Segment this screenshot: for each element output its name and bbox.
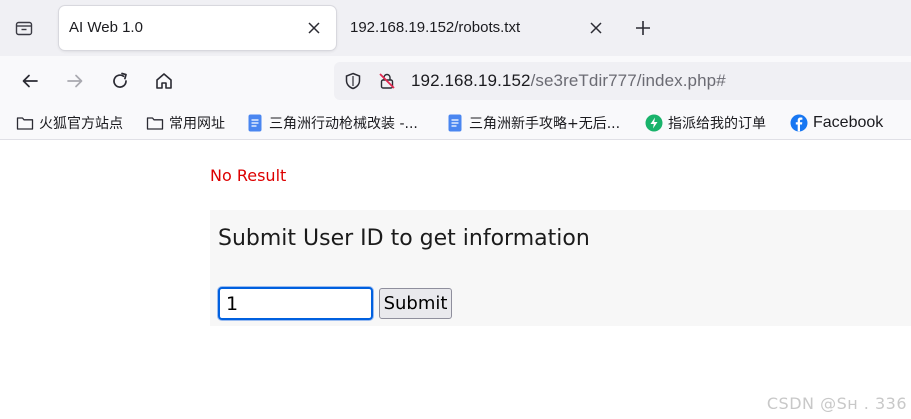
- tab-close-button[interactable]: [586, 18, 606, 38]
- submit-button[interactable]: Submit: [379, 288, 452, 319]
- new-tab-button[interactable]: [632, 17, 654, 39]
- user-id-input[interactable]: [218, 287, 373, 320]
- tab-title: AI Web 1.0: [69, 19, 143, 36]
- bolt-icon: [645, 114, 663, 132]
- user-id-form: Submit User ID to get information Submit: [210, 210, 911, 326]
- bookmark-item[interactable]: Facebook: [790, 112, 883, 134]
- reload-button[interactable]: [107, 68, 133, 94]
- bookmark-label: 常用网址: [169, 116, 225, 132]
- home-button[interactable]: [151, 68, 177, 94]
- bookmark-item[interactable]: 三角洲行动枪械改装 -...: [246, 112, 418, 134]
- folder-icon: [16, 114, 34, 132]
- folder-icon: [146, 114, 164, 132]
- navigation-toolbar: 192.168.19.152/se3reTdir777/index.php#: [0, 56, 911, 106]
- bookmark-label: 三角洲新手攻略+无后...: [469, 116, 621, 132]
- bookmark-label: 指派给我的订单: [668, 116, 766, 132]
- bookmarks-toolbar: 火狐官方站点 常用网址 三角洲行动枪械改装 -... 三角洲新手攻略+无后...…: [0, 106, 911, 140]
- home-icon: [156, 73, 172, 89]
- tab-ai-web[interactable]: AI Web 1.0: [59, 6, 336, 50]
- tab-list-button[interactable]: [12, 16, 36, 40]
- close-icon: [308, 22, 320, 34]
- bookmark-label: 三角洲行动枪械改装 -...: [269, 116, 418, 132]
- address-bar[interactable]: 192.168.19.152/se3reTdir777/index.php#: [334, 62, 911, 100]
- url-text[interactable]: 192.168.19.152/se3reTdir777/index.php#: [411, 71, 726, 91]
- tab-close-button[interactable]: [304, 18, 324, 38]
- bookmark-item[interactable]: 火狐官方站点: [16, 112, 123, 134]
- back-arrow-icon: [22, 74, 38, 88]
- forward-arrow-icon: [67, 74, 83, 88]
- bookmark-item[interactable]: 三角洲新手攻略+无后...: [446, 112, 620, 134]
- reload-icon: [113, 72, 127, 88]
- tracking-protection-shield-icon[interactable]: [344, 72, 362, 95]
- tab-strip: AI Web 1.0 192.168.19.152/robots.txt: [0, 0, 911, 56]
- bookmark-label: Facebook: [813, 114, 884, 131]
- forward-button[interactable]: [62, 68, 88, 94]
- bookmark-label: 火狐官方站点: [39, 116, 123, 132]
- insecure-lock-icon[interactable]: [378, 72, 396, 95]
- doc-icon: [446, 114, 464, 132]
- url-path: /se3reTdir777/index.php#: [530, 71, 726, 90]
- doc-icon: [246, 114, 264, 132]
- tab-title: 192.168.19.152/robots.txt: [350, 19, 521, 36]
- bookmark-item[interactable]: 常用网址: [146, 112, 225, 134]
- facebook-icon: [790, 114, 808, 132]
- bookmark-item[interactable]: 指派给我的订单: [645, 112, 766, 134]
- url-host: 192.168.19.152: [411, 71, 531, 90]
- plus-icon: [636, 21, 650, 35]
- form-title: Submit User ID to get information: [218, 226, 590, 251]
- status-message: No Result: [210, 166, 287, 185]
- tab-list-icon: [15, 21, 33, 36]
- close-icon: [590, 22, 602, 34]
- watermark: CSDN @Sн . 336: [766, 394, 907, 413]
- tab-robots[interactable]: 192.168.19.152/robots.txt: [336, 6, 618, 50]
- back-button[interactable]: [17, 68, 43, 94]
